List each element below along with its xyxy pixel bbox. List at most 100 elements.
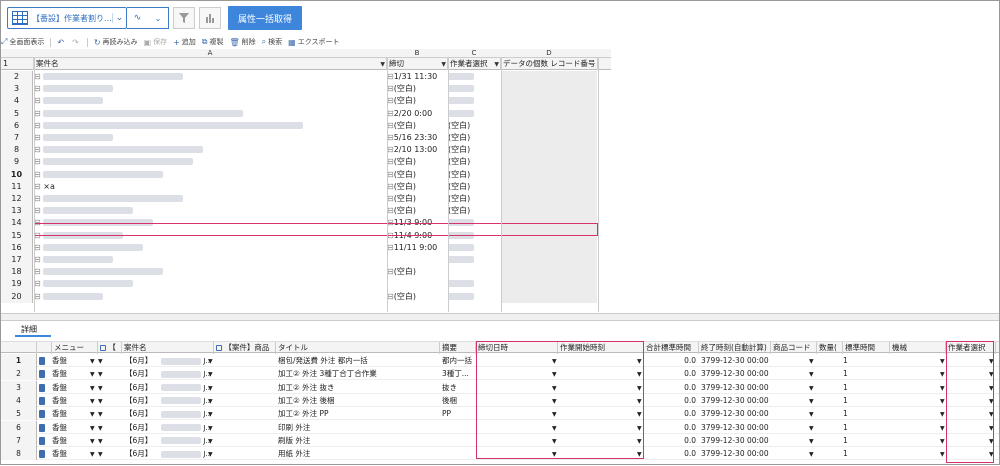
cell-summary[interactable]: 抜き <box>442 381 476 394</box>
header-quantity[interactable]: 数量( <box>817 342 843 354</box>
dropdown-icon[interactable]: ▼ <box>637 354 643 367</box>
undo-button[interactable]: ↶ <box>57 38 66 47</box>
collapse-icon[interactable]: ⊟ <box>34 170 43 179</box>
dropdown-icon[interactable]: ▼ <box>809 381 815 394</box>
doc-icon[interactable] <box>39 421 51 434</box>
collapse-icon[interactable]: ⊟ <box>387 182 394 191</box>
cell-deadline[interactable]: ⊟(空白) <box>387 156 447 168</box>
cell-total-time[interactable]: 0.0 <box>644 367 696 380</box>
cell-worker[interactable] <box>448 278 500 290</box>
cell-lock[interactable]: ▼ <box>98 434 122 447</box>
cell-case-name[interactable]: 【6月】 <box>125 421 161 434</box>
dropdown-icon[interactable]: ▼ <box>940 421 946 434</box>
cell-worker[interactable] <box>448 108 500 120</box>
cell-case-name[interactable]: 【6月】 <box>125 367 161 380</box>
header-deadline[interactable]: 締切 ▼ <box>387 58 448 70</box>
doc-icon[interactable] <box>39 354 51 367</box>
cell-worker[interactable]: (空白) <box>448 193 500 205</box>
collapse-icon[interactable]: ⊟ <box>387 145 394 154</box>
table-row[interactable]: 2香盤▼▼【6月】 J...▼加工② 外注 3種丁合丁合作業3種丁...▼▼0.… <box>1 367 999 381</box>
cell-end-time[interactable]: 3799-12-30 00:00 <box>701 421 771 434</box>
collapse-icon[interactable]: ⊟ <box>34 121 43 130</box>
cell-case-name[interactable]: 【6月】 <box>125 434 161 447</box>
cell-count[interactable] <box>501 156 597 169</box>
cell-count[interactable] <box>501 254 597 267</box>
search-button[interactable]: ⌕ 検索 <box>262 37 282 47</box>
dropdown-icon[interactable]: ▼ <box>90 381 98 394</box>
collapse-icon[interactable]: ⊟ <box>34 255 43 264</box>
duplicate-button[interactable]: ⧉ 複製 <box>202 37 224 47</box>
cell-summary[interactable] <box>442 447 476 460</box>
header-menu[interactable]: メニュー <box>52 342 98 354</box>
collapse-icon[interactable]: ⊟ <box>34 182 43 191</box>
cell-worker[interactable] <box>448 83 500 95</box>
cell-count[interactable] <box>501 266 597 279</box>
dropdown-icon[interactable]: ▼ <box>90 354 98 367</box>
cell-lock[interactable]: ▼ <box>98 447 122 460</box>
dropdown-icon[interactable]: ▼ <box>989 434 995 447</box>
cell-end-time[interactable]: 3799-12-30 00:00 <box>701 447 771 460</box>
cell-deadline[interactable]: ⊟(空白) <box>387 120 447 132</box>
cell-summary[interactable]: 都内一括 <box>442 354 476 367</box>
cell-title[interactable]: 用紙 外注 <box>278 447 438 460</box>
dropdown-icon[interactable]: ▼ <box>90 394 98 407</box>
cell-case-name[interactable]: ⊟ <box>34 193 386 205</box>
header-machine[interactable]: 機械 <box>890 342 946 354</box>
cell-count[interactable] <box>501 144 597 157</box>
dropdown-icon[interactable]: ▼ <box>989 354 995 367</box>
pivot-row[interactable]: 2 ⊟ ⊟1/31 11:30 <box>1 71 611 84</box>
dropdown-icon[interactable]: ▼ <box>940 434 946 447</box>
pivot-row[interactable]: 18 ⊟ ⊟(空白) <box>1 266 611 279</box>
pivot-row[interactable]: 6 ⊟ ⊟(空白) (空白) <box>1 119 611 132</box>
pivot-row[interactable]: 14 ⊟ ⊟11/3 9:00 <box>1 217 611 230</box>
dropdown-icon[interactable]: ▼ <box>90 367 98 380</box>
collapse-icon[interactable]: ⊟ <box>387 170 394 179</box>
cell-lock[interactable]: ▼ <box>98 367 122 380</box>
table-row[interactable]: 8香盤▼▼【6月】 J...▼用紙 外注▼▼0.03799-12-30 00:0… <box>1 447 999 461</box>
dropdown-icon[interactable]: ▼ <box>208 367 216 380</box>
delete-button[interactable]: 🗑 削除 <box>230 37 256 47</box>
header-end-time[interactable]: 終了時刻(自動計算) <box>699 342 771 354</box>
cell-deadline[interactable]: ⊟11/4 9:00 <box>387 230 447 242</box>
header-start-time[interactable]: 作業開始時刻 <box>558 342 644 354</box>
pivot-row[interactable]: 12 ⊟ ⊟(空白) (空白) <box>1 193 611 206</box>
doc-icon[interactable] <box>39 434 51 447</box>
cell-case-name[interactable]: ⊟ <box>34 291 386 303</box>
cell-count[interactable] <box>501 205 597 218</box>
add-button[interactable]: + 追加 <box>173 37 196 47</box>
header-deadline-datetime[interactable]: 締切日時 <box>476 342 558 354</box>
cell-title[interactable]: 梱包/発送費 外注 都内一括 <box>278 354 438 367</box>
cell-total-time[interactable]: 0.0 <box>644 407 696 420</box>
collapse-icon[interactable]: ⊟ <box>34 157 43 166</box>
dropdown-icon[interactable]: ▼ <box>940 407 946 420</box>
dropdown-icon[interactable]: ▼ <box>441 59 446 70</box>
cell-worker[interactable] <box>448 230 500 242</box>
dropdown-icon[interactable]: ▼ <box>989 407 995 420</box>
header-worker[interactable]: 作業者選択 ▼ <box>448 58 501 70</box>
dropdown-icon[interactable]: ▼ <box>208 434 216 447</box>
dropdown-icon[interactable]: ▼ <box>637 381 643 394</box>
dropdown-icon[interactable]: ▼ <box>552 447 558 460</box>
cell-end-time[interactable]: 3799-12-30 00:00 <box>701 434 771 447</box>
pivot-row[interactable]: 19 ⊟ <box>1 278 611 291</box>
cell-title[interactable]: 刷版 外注 <box>278 434 438 447</box>
cell-end-time[interactable]: 3799-12-30 00:00 <box>701 381 771 394</box>
cell-count[interactable] <box>501 180 597 193</box>
table-row[interactable]: 3香盤▼▼【6月】 J...▼加工② 外注 抜き抜き▼▼0.03799-12-3… <box>1 380 999 394</box>
cell-case-name[interactable]: 【6月】 <box>125 447 161 460</box>
collapse-icon[interactable]: ⊟ <box>34 231 43 240</box>
header-standard-time[interactable]: 標準時間 <box>843 342 890 354</box>
cell-count[interactable] <box>501 168 597 181</box>
dropdown-icon[interactable]: ▼ <box>552 394 558 407</box>
dropdown-icon[interactable]: ▼ <box>940 447 946 460</box>
cell-summary[interactable] <box>442 421 476 434</box>
cell-deadline[interactable]: ⊟(空白) <box>387 83 447 95</box>
dropdown-icon[interactable]: ▼ <box>940 394 946 407</box>
cell-total-time[interactable]: 0.0 <box>644 447 696 460</box>
cell-summary[interactable]: 後梱 <box>442 394 476 407</box>
dropdown-icon[interactable]: ▼ <box>208 354 216 367</box>
cell-count[interactable] <box>501 193 597 206</box>
dropdown-icon[interactable]: ▼ <box>940 381 946 394</box>
cell-deadline[interactable]: ⊟(空白) <box>387 169 447 181</box>
dropdown-icon[interactable]: ▼ <box>380 59 385 70</box>
